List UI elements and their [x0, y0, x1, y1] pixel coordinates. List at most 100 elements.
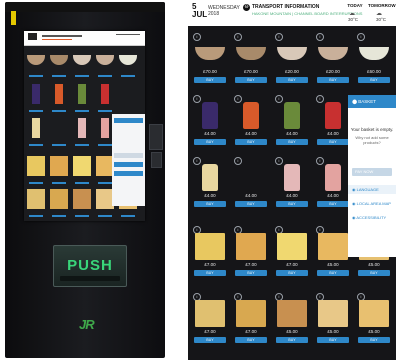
mini-product [96, 55, 114, 65]
product-image [284, 102, 300, 129]
product-slot[interactable]: i £60.00 BUY [356, 33, 392, 86]
info-icon[interactable]: i [193, 95, 201, 103]
mini-basket-panel [112, 114, 145, 206]
mini-product [27, 189, 45, 209]
mini-product [32, 118, 40, 138]
product-slot[interactable]: i £20.00 BUY [274, 33, 310, 86]
product-price: £5.00 [286, 329, 298, 334]
info-icon[interactable]: i [316, 95, 324, 103]
date-display: 5 JUL [192, 2, 208, 19]
coin-slot [151, 152, 162, 168]
buy-button[interactable]: BUY [317, 201, 349, 207]
product-slot[interactable]: i £7.00 BUY [274, 226, 310, 279]
buy-button[interactable]: BUY [194, 201, 226, 207]
buy-button[interactable]: BUY [235, 77, 267, 83]
info-icon[interactable]: i [234, 157, 242, 165]
product-image [243, 102, 259, 129]
tomorrow-label: TOMORROW [368, 3, 396, 8]
transport-title[interactable]: TRANSPORT INFORMATION [252, 4, 319, 10]
buy-button[interactable]: BUY [194, 337, 226, 343]
product-price: £4.00 [204, 193, 216, 198]
mini-product [73, 189, 91, 209]
machine-top-strip [5, 2, 165, 12]
today-temp: 30°C [348, 17, 359, 22]
product-slot[interactable]: i £4.00 BUY [274, 95, 310, 148]
info-icon[interactable]: i [357, 33, 365, 41]
info-icon[interactable]: i [275, 33, 283, 41]
product-slot[interactable]: i £7.00 BUY [192, 293, 228, 346]
buy-button[interactable]: BUY [194, 270, 226, 276]
info-icon[interactable]: i [234, 95, 242, 103]
buy-button[interactable]: BUY [317, 270, 349, 276]
train-icon: ⊖ [243, 4, 250, 11]
product-slot[interactable]: i £70.00 BUY [192, 33, 228, 86]
info-icon[interactable]: i [234, 33, 242, 41]
mini-product [55, 84, 63, 104]
buy-button[interactable]: BUY [276, 270, 308, 276]
today-label: TODAY [347, 3, 363, 8]
buy-button[interactable]: BUY [276, 77, 308, 83]
mini-buy-bar [52, 182, 66, 184]
product-slot[interactable]: i £4.00 BUY [233, 95, 269, 148]
basket-empty-text: Your basket is empty. [350, 127, 394, 132]
info-icon[interactable]: i [193, 33, 201, 41]
pay-now-button[interactable]: PAY NOW [352, 168, 392, 176]
machine-sticker [11, 11, 16, 25]
buy-button[interactable]: BUY [194, 139, 226, 145]
product-price: £5.00 [368, 329, 380, 334]
buy-button[interactable]: BUY [358, 337, 390, 343]
product-slot[interactable]: i£5.00BUY [315, 226, 351, 279]
product-slot[interactable]: i £4.00 BUY [192, 157, 228, 210]
info-icon[interactable]: i [316, 33, 324, 41]
product-image [325, 164, 341, 191]
info-icon[interactable]: i [193, 157, 201, 165]
product-slot[interactable]: i £7.00 BUY [233, 226, 269, 279]
product-price: £4.00 [245, 193, 257, 198]
buy-button[interactable]: BUY [317, 337, 349, 343]
buy-button[interactable]: BUY [358, 270, 390, 276]
product-slot[interactable]: i £4.00 BUY [315, 95, 351, 148]
product-price: £70.00 [244, 69, 258, 74]
machine-screen-grid [24, 46, 145, 221]
buy-button[interactable]: BUY [276, 337, 308, 343]
product-slot[interactable]: i £4.00 BUY [315, 157, 351, 210]
mini-product [50, 118, 68, 138]
product-price: £7.00 [245, 329, 257, 334]
tomorrow-temp: 30°C [376, 17, 387, 22]
buy-button[interactable]: BUY [235, 139, 267, 145]
buy-button[interactable]: BUY [276, 201, 308, 207]
product-slot[interactable]: i £7.00 BUY [233, 293, 269, 346]
mini-product [78, 118, 86, 138]
product-slot[interactable]: i £4.00 BUY [192, 95, 228, 148]
push-flap: PUSH [53, 245, 127, 287]
mini-buy-bar [52, 215, 66, 217]
mini-buy-bar [75, 75, 89, 77]
buy-button[interactable]: BUY [194, 77, 226, 83]
accessibility-button[interactable]: ◉ ACCESSIBILITY [348, 213, 396, 222]
language-button[interactable]: ◉ LANGUAGE [348, 185, 396, 194]
buy-button[interactable]: BUY [276, 139, 308, 145]
product-slot[interactable]: i£5.00BUY [356, 293, 392, 346]
product-slot[interactable]: i £70.00 BUY [233, 33, 269, 86]
info-icon[interactable]: i [275, 157, 283, 165]
product-price: £5.00 [327, 329, 339, 334]
product-slot[interactable]: i£5.00BUY [274, 293, 310, 346]
buy-button[interactable]: BUY [358, 77, 390, 83]
buy-button[interactable]: BUY [235, 201, 267, 207]
product-slot[interactable]: i £4.00 BUY [233, 157, 269, 210]
product-price: £4.00 [286, 193, 298, 198]
buy-button[interactable]: BUY [235, 337, 267, 343]
info-icon[interactable]: i [316, 157, 324, 165]
basket-header[interactable]: ⬤ BASKET [348, 95, 396, 108]
transport-subtitle: HAKONE MOUNTAIN | CHANNEL BOARD INTERRUP… [252, 11, 363, 16]
product-slot[interactable]: i£5.00BUY [315, 293, 351, 346]
product-image [195, 233, 225, 260]
info-icon[interactable]: i [275, 95, 283, 103]
buy-button[interactable]: BUY [235, 270, 267, 276]
buy-button[interactable]: BUY [317, 139, 349, 145]
product-slot[interactable]: i £7.00 BUY [192, 226, 228, 279]
product-slot[interactable]: i £20.00 BUY [315, 33, 351, 86]
buy-button[interactable]: BUY [317, 77, 349, 83]
product-slot[interactable]: i £4.00 BUY [274, 157, 310, 210]
local-area-map-button[interactable]: ◉ LOCAL AREA MAP [348, 199, 396, 208]
